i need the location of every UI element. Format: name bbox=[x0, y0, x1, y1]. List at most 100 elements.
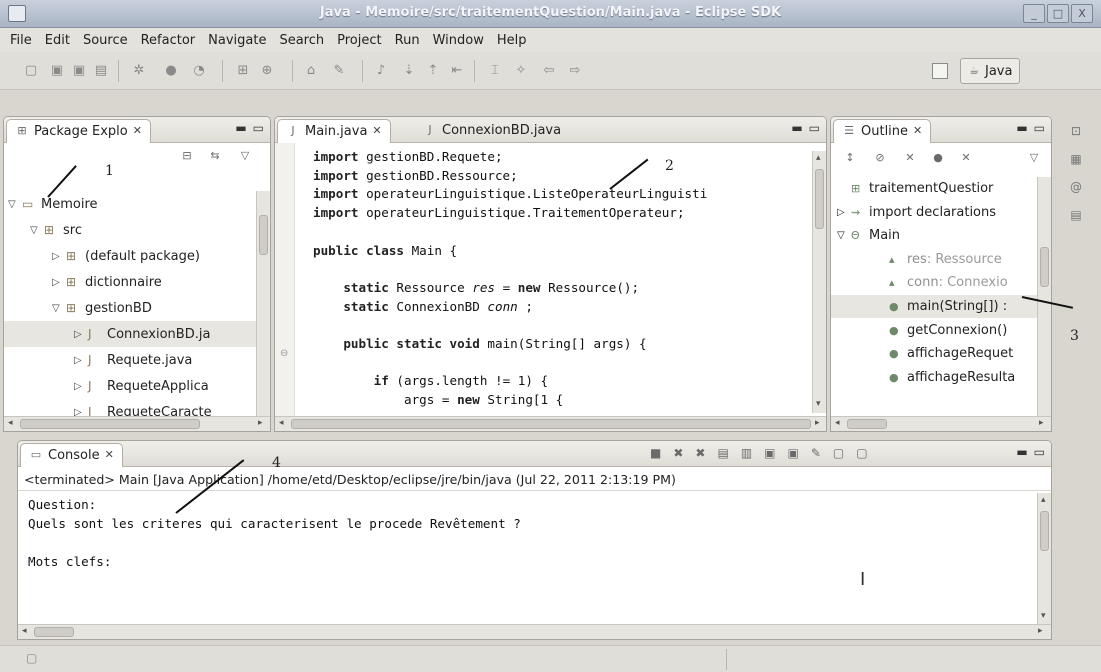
outline-item-main-string[interactable]: ● main(String[]) : bbox=[831, 295, 1037, 318]
menu-navigate[interactable]: Navigate bbox=[206, 33, 268, 48]
menu-search[interactable]: Search bbox=[277, 33, 326, 48]
menu-project[interactable]: Project bbox=[335, 33, 383, 48]
tree-item-memoire[interactable]: ▽ ▭ Memoire bbox=[4, 191, 256, 217]
restore-icon[interactable]: ⊡ bbox=[1065, 124, 1087, 146]
tab-connexionbd-java[interactable]: J ConnexionBD.java bbox=[415, 119, 569, 143]
declaration-icon[interactable]: ▤ bbox=[1065, 208, 1087, 230]
tab-package-explorer[interactable]: ⊞ Package Explo ✕ bbox=[6, 119, 151, 143]
tab-outline[interactable]: ☰ Outline ✕ bbox=[833, 119, 932, 143]
hide-static-icon[interactable]: ✕ bbox=[903, 151, 917, 165]
new-java-package-icon[interactable]: ⊞ bbox=[234, 62, 252, 80]
open-console-icon[interactable]: ▢ bbox=[856, 446, 867, 460]
expanded-icon[interactable]: ▽ bbox=[837, 230, 851, 241]
run-icon[interactable]: ● bbox=[162, 62, 180, 80]
outline-item-getconnexion[interactable]: ● getConnexion() bbox=[831, 319, 1037, 342]
close-button[interactable]: X bbox=[1071, 4, 1093, 23]
java-perspective-button[interactable]: ☕ Java bbox=[960, 58, 1020, 84]
collapsed-icon[interactable]: ▷ bbox=[837, 207, 851, 218]
scroll-lock-icon[interactable]: ▥ bbox=[741, 446, 752, 460]
close-tab-icon[interactable]: ✕ bbox=[105, 448, 114, 461]
close-tab-icon[interactable]: ✕ bbox=[913, 124, 922, 137]
editor-hscroll[interactable]: ◂ ▸ bbox=[275, 416, 826, 431]
close-tab-icon[interactable]: ✕ bbox=[372, 124, 381, 137]
outline-item-import-declarations[interactable]: ▷ ⇝ import declarations bbox=[831, 201, 1037, 224]
hide-nonpublic-icon[interactable]: ● bbox=[931, 151, 945, 165]
pin-icon[interactable]: ✧ bbox=[512, 62, 530, 80]
minimize-button[interactable]: _ bbox=[1023, 4, 1045, 23]
outline-item-affichagerequet[interactable]: ● affichageRequet bbox=[831, 342, 1037, 365]
close-tab-icon[interactable]: ✕ bbox=[133, 124, 142, 137]
show-console-stderr-icon[interactable]: ▣ bbox=[788, 446, 799, 460]
expanded-icon[interactable]: ▽ bbox=[8, 199, 22, 210]
console-hscroll[interactable]: ◂ ▸ bbox=[18, 624, 1051, 639]
outline-item-conn[interactable]: ▴ conn : Connexio bbox=[831, 271, 1037, 294]
tree-item-requete-java[interactable]: ▷ J Requete.java bbox=[4, 347, 256, 373]
collapsed-icon[interactable]: ▷ bbox=[74, 355, 88, 366]
prev-annotation-icon[interactable]: ⇡ bbox=[424, 62, 442, 80]
open-type-icon[interactable]: ⌂ bbox=[302, 62, 320, 80]
terminate-icon[interactable]: ■ bbox=[650, 446, 661, 460]
menu-window[interactable]: Window bbox=[431, 33, 486, 48]
outline-item-affichageresulta[interactable]: ● affichageResulta bbox=[831, 366, 1037, 389]
editor-vscroll[interactable]: ▴ ▾ bbox=[812, 151, 826, 413]
debug-icon[interactable]: ✲ bbox=[130, 62, 148, 80]
menu-help[interactable]: Help bbox=[495, 33, 529, 48]
outline-hscroll[interactable]: ◂ ▸ bbox=[831, 416, 1051, 431]
maximize-view-icon[interactable]: ▭ bbox=[1034, 445, 1045, 459]
save-icon[interactable]: ▣ bbox=[48, 62, 66, 80]
tree-item-requeteapplica[interactable]: ▷ J RequeteApplica bbox=[4, 373, 256, 399]
menu-run[interactable]: Run bbox=[393, 33, 422, 48]
tree-item-src[interactable]: ▽ ⊞ src bbox=[4, 217, 256, 243]
outline-item-traitementquestior[interactable]: ⊞ traitementQuestior bbox=[831, 177, 1037, 200]
console-output[interactable]: Question: Quels sont les criteres qui car… bbox=[18, 493, 1038, 621]
back-icon[interactable]: ⇦ bbox=[540, 62, 558, 80]
hide-local-types-icon[interactable]: ✕ bbox=[959, 151, 973, 165]
tab-main-java[interactable]: J Main.java ✕ bbox=[277, 119, 391, 143]
hide-fields-icon[interactable]: ⊘ bbox=[873, 151, 887, 165]
minimize-view-icon[interactable]: ▬ bbox=[791, 121, 802, 135]
javadoc-icon[interactable]: @ bbox=[1065, 180, 1087, 202]
display-console-icon[interactable]: ▢ bbox=[833, 446, 844, 460]
pin-console-icon[interactable]: ✎ bbox=[811, 446, 821, 460]
maximize-button[interactable]: □ bbox=[1047, 4, 1069, 23]
tree-item-default-package[interactable]: ▷ ⊞ (default package) bbox=[4, 243, 256, 269]
toggle-mark-icon[interactable]: ⌶ bbox=[486, 62, 504, 80]
outline-vscroll[interactable] bbox=[1037, 177, 1051, 417]
outline-item-res[interactable]: ▴ res : Ressource bbox=[831, 248, 1037, 271]
external-tools-icon[interactable]: ◔ bbox=[190, 62, 208, 80]
package-explorer-vscroll[interactable] bbox=[256, 191, 270, 417]
fast-view-icon[interactable]: ▢ bbox=[26, 651, 37, 665]
expanded-icon[interactable]: ▽ bbox=[30, 225, 44, 236]
package-explorer-hscroll[interactable]: ◂ ▸ bbox=[4, 416, 270, 431]
collapsed-icon[interactable]: ▷ bbox=[52, 277, 66, 288]
clear-console-icon[interactable]: ▤ bbox=[717, 446, 728, 460]
maximize-view-icon[interactable]: ▭ bbox=[1034, 121, 1045, 135]
forward-icon[interactable]: ⇨ bbox=[566, 62, 584, 80]
code-editor[interactable]: import gestionBD.Requete; import gestionB… bbox=[275, 143, 805, 419]
tree-item-connexionbd-ja[interactable]: ▷ J ConnexionBD.ja bbox=[4, 321, 256, 347]
show-console-stdout-icon[interactable]: ▣ bbox=[764, 446, 775, 460]
menu-refactor[interactable]: Refactor bbox=[139, 33, 198, 48]
next-annotation-icon[interactable]: ⇣ bbox=[400, 62, 418, 80]
hierarchy-icon[interactable]: ▦ bbox=[1065, 152, 1087, 174]
minimize-view-icon[interactable]: ▬ bbox=[1016, 445, 1027, 459]
open-perspective-icon[interactable] bbox=[932, 63, 948, 79]
search-icon[interactable]: ✎ bbox=[330, 62, 348, 80]
maximize-view-icon[interactable]: ▭ bbox=[253, 121, 264, 135]
annotation-icon[interactable]: ♪ bbox=[372, 62, 390, 80]
view-menu-icon[interactable]: ▽ bbox=[238, 149, 252, 163]
maximize-view-icon[interactable]: ▭ bbox=[809, 121, 820, 135]
remove-launch-icon[interactable]: ✖ bbox=[673, 446, 683, 460]
view-menu-icon[interactable]: ▽ bbox=[1027, 151, 1041, 165]
sort-icon[interactable]: ↕ bbox=[843, 151, 857, 165]
menu-file[interactable]: File bbox=[8, 33, 34, 48]
link-with-editor-icon[interactable]: ⇆ bbox=[208, 149, 222, 163]
outline-item-main[interactable]: ▽ Θ Main bbox=[831, 224, 1037, 247]
collapsed-icon[interactable]: ▷ bbox=[74, 329, 88, 340]
collapse-all-icon[interactable]: ⊟ bbox=[180, 149, 194, 163]
collapsed-icon[interactable]: ▷ bbox=[52, 251, 66, 262]
console-vscroll[interactable]: ▴ ▾ bbox=[1037, 493, 1051, 625]
minimize-view-icon[interactable]: ▬ bbox=[235, 121, 246, 135]
save-all-icon[interactable]: ▣ bbox=[70, 62, 88, 80]
tree-item-dictionnaire[interactable]: ▷ ⊞ dictionnaire bbox=[4, 269, 256, 295]
